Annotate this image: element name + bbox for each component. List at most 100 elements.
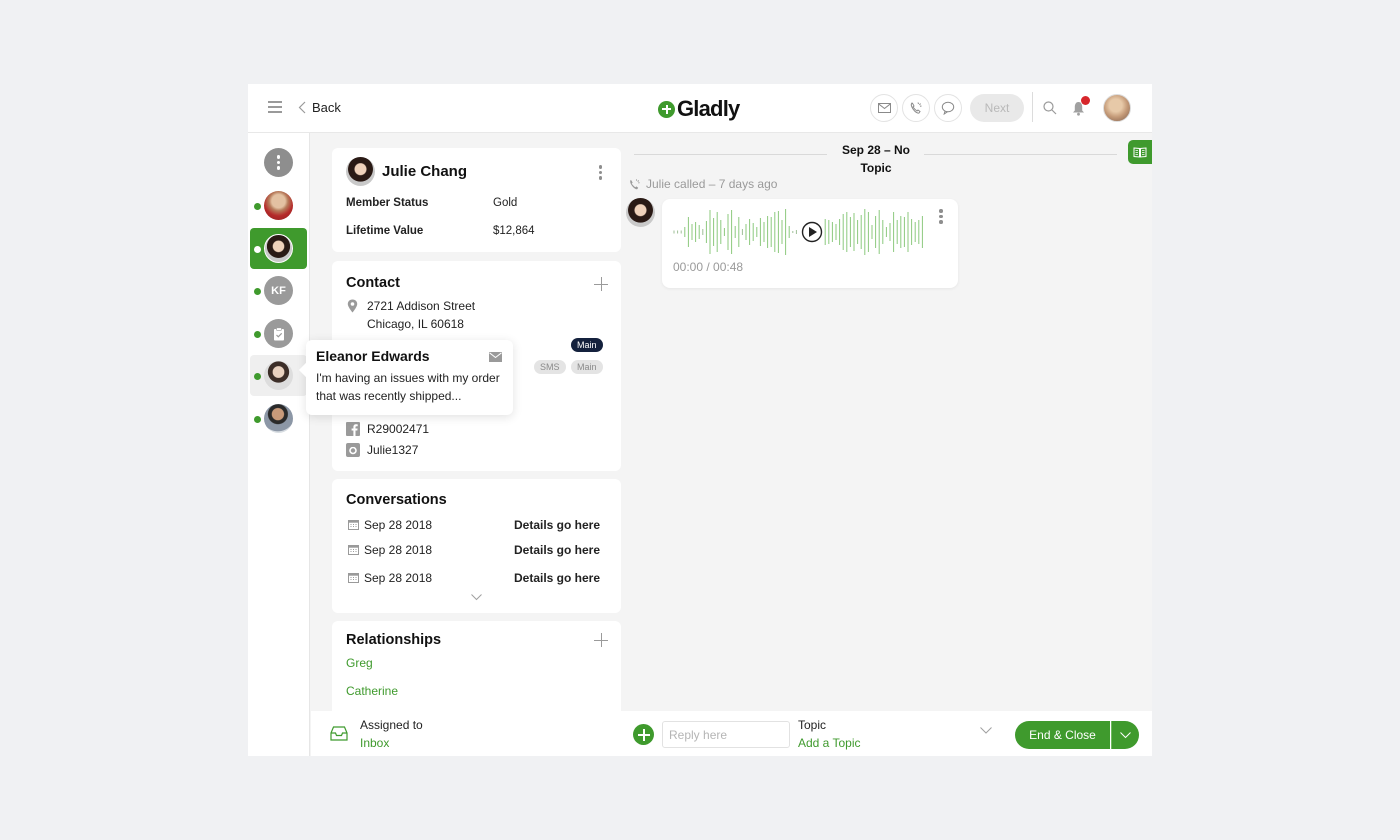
call-meta-text: Julie called – 7 days ago [646, 177, 778, 191]
online-indicator [254, 288, 261, 295]
recording-more-button[interactable] [939, 209, 943, 224]
sidebar-more[interactable] [250, 142, 307, 183]
add-contact-button[interactable] [594, 277, 608, 291]
customer-name: Julie Chang [382, 163, 468, 180]
search-icon [1043, 101, 1057, 115]
conversation-preview-tooltip: Eleanor Edwards I'm having an issues wit… [306, 340, 513, 415]
avatar [264, 361, 293, 390]
inbox-icon [330, 726, 348, 741]
assigned-inbox-link[interactable]: Inbox [360, 736, 389, 750]
location-pin-icon [347, 299, 358, 313]
logo-text: Gladly [677, 96, 740, 121]
back-label: Back [312, 100, 341, 115]
conversation-details: Details go here [514, 518, 601, 532]
conversation-details: Details go here [514, 571, 601, 585]
menu-icon[interactable] [268, 101, 282, 113]
open-book-icon [1133, 146, 1147, 158]
email-main-badge: Main [571, 338, 603, 352]
knowledge-base-button[interactable] [1128, 140, 1152, 164]
audio-time: 00:00 / 00:48 [673, 260, 744, 274]
chevron-left-icon [298, 101, 306, 114]
customer-profile-card: Julie Chang Member Status Gold Lifetime … [332, 148, 621, 252]
member-status-value: Gold [493, 197, 518, 209]
chat-channel-button[interactable] [934, 94, 962, 122]
lifetime-value-label: Lifetime Value [346, 225, 424, 237]
next-button[interactable]: Next [970, 94, 1024, 122]
chevron-down-icon [1120, 731, 1131, 738]
contact-title: Contact [346, 275, 400, 291]
conversation-date: Sep 28 2018 [364, 543, 433, 557]
user-avatar[interactable] [1103, 94, 1131, 122]
facebook-id: R29002471 [367, 422, 430, 436]
tooltip-customer-name: Eleanor Edwards [316, 348, 430, 364]
facebook-icon [346, 422, 360, 436]
topic-label: Topic [798, 718, 827, 732]
tooltip-message-preview: I'm having an issues with my order that … [316, 371, 500, 403]
composer-bar: Assigned to Inbox Topic Add a Topic End … [311, 711, 1152, 756]
play-button[interactable] [801, 221, 823, 243]
relationship-link[interactable]: Catherine [346, 684, 398, 698]
logo-plus-icon [658, 100, 675, 118]
conversation-details: Details go here [514, 543, 601, 557]
conversation-sidebar: KF « [248, 133, 310, 756]
relationship-link[interactable]: Greg [346, 656, 373, 670]
instagram-handle: Julie1327 [367, 443, 419, 457]
end-and-close-button[interactable]: End & Close [1015, 721, 1110, 749]
customer-more-button[interactable] [598, 165, 602, 180]
sidebar-item-julie-chang[interactable] [250, 228, 307, 269]
email-channel-button[interactable] [870, 94, 898, 122]
relationships-title: Relationships [346, 632, 442, 648]
notification-badge [1081, 96, 1090, 105]
conversation-date: Sep 28 2018 [364, 518, 433, 532]
sidebar-item-customer-7[interactable] [250, 398, 307, 439]
clipboard-icon [273, 327, 284, 340]
app-window: Back Gladly Next KF Julie Chang Member S… [248, 84, 1152, 756]
address-line-2: Chicago, IL 60618 [367, 317, 464, 331]
customer-avatar [346, 157, 375, 186]
add-attachment-button[interactable] [633, 724, 654, 745]
end-close-dropdown-button[interactable] [1111, 721, 1139, 749]
back-button[interactable]: Back [298, 100, 341, 115]
add-relationship-button[interactable] [594, 633, 608, 647]
audio-waveform[interactable] [672, 208, 927, 256]
online-indicator [254, 373, 261, 380]
online-indicator [254, 416, 261, 423]
separator-line [924, 154, 1117, 155]
reply-input[interactable] [662, 721, 790, 748]
phone-main-badge: Main [571, 360, 603, 374]
address-line-1: 2721 Addison Street [367, 299, 476, 313]
phone-channel-button[interactable] [902, 94, 930, 122]
expand-chevron-icon[interactable] [471, 594, 482, 601]
online-indicator [254, 246, 261, 253]
assigned-to-label: Assigned to [360, 718, 423, 732]
call-event-meta: Julie called – 7 days ago [628, 177, 777, 191]
top-bar: Back Gladly Next [248, 84, 1152, 133]
search-button[interactable] [1043, 101, 1057, 120]
conversations-card: Conversations Sep 28 2018 Details go her… [332, 479, 621, 613]
avatar [264, 234, 293, 263]
topic-dropdown-chevron-icon[interactable] [980, 727, 992, 734]
header-divider [1032, 92, 1033, 122]
calendar-icon [348, 545, 359, 555]
sidebar-item-task[interactable] [250, 313, 307, 354]
sms-badge: SMS [534, 360, 566, 374]
conversations-title: Conversations [346, 492, 447, 508]
instagram-icon [346, 443, 360, 457]
chat-bubble-icon [941, 101, 955, 115]
envelope-icon [877, 103, 891, 113]
separator-line [634, 154, 827, 155]
conversation-date: Sep 28 2018 [364, 571, 433, 585]
call-recording-card: 00:00 / 00:48 [662, 199, 958, 288]
task-avatar [264, 319, 293, 348]
gladly-logo: Gladly [658, 96, 740, 122]
online-indicator [254, 203, 261, 210]
sidebar-item-eleanor-edwards[interactable] [250, 355, 307, 396]
sidebar-item-kf[interactable]: KF [250, 270, 307, 311]
envelope-icon [489, 352, 502, 362]
sidebar-item-customer-1[interactable] [250, 185, 307, 226]
avatar [264, 404, 293, 433]
phone-call-icon [630, 178, 640, 189]
calendar-icon [348, 573, 359, 583]
more-options-icon [264, 148, 293, 177]
add-topic-link[interactable]: Add a Topic [798, 736, 861, 750]
